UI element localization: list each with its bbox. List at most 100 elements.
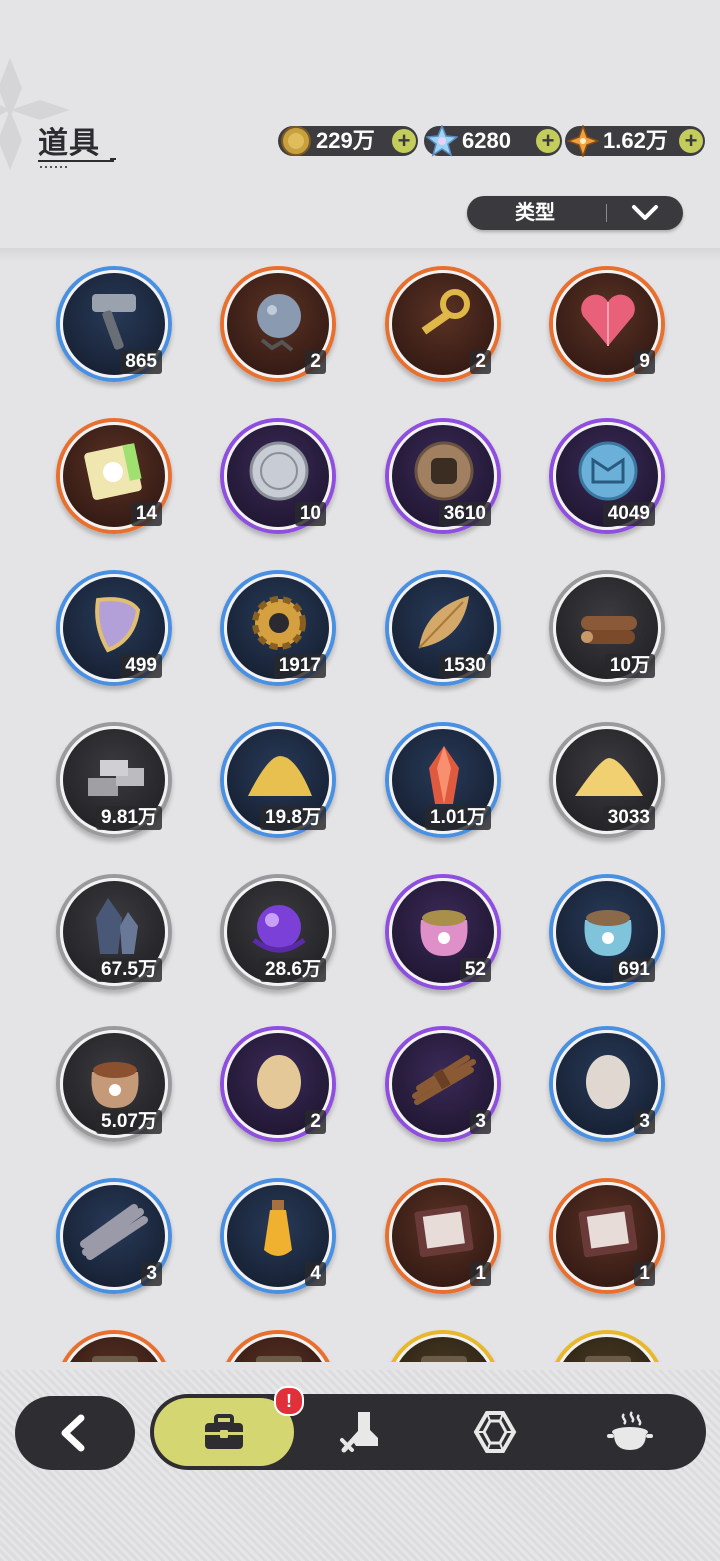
inventory-item[interactable]: 1530 xyxy=(385,570,501,686)
add-gold-button[interactable]: + xyxy=(392,129,416,153)
item-count: 10 xyxy=(294,502,326,526)
item-count: 4 xyxy=(305,1262,326,1286)
tab-bag[interactable]: ! xyxy=(154,1386,304,1466)
inventory-item[interactable] xyxy=(56,1330,172,1362)
item-count: 691 xyxy=(613,958,655,982)
item-count: 5.07万 xyxy=(96,1110,162,1134)
item-count: 1 xyxy=(634,1262,655,1286)
item-count: 9 xyxy=(634,350,655,374)
inventory-item[interactable]: 10万 xyxy=(549,570,665,686)
item-count: 2 xyxy=(305,350,326,374)
sand-pile-icon xyxy=(575,758,643,796)
star-shard-icon xyxy=(567,125,599,157)
item-count: 1.01万 xyxy=(425,806,491,830)
inventory-item[interactable] xyxy=(220,1330,336,1362)
inventory-item[interactable]: 499 xyxy=(56,570,172,686)
twig-bundle-icon xyxy=(412,1055,476,1105)
inventory-item[interactable]: 52 xyxy=(385,874,501,990)
gold-sand-pile-icon xyxy=(248,756,312,796)
inventory-item[interactable]: 1917 xyxy=(220,570,336,686)
inventory-item[interactable]: 28.6万 xyxy=(220,874,336,990)
inventory-item[interactable]: 865 xyxy=(56,266,172,382)
fist-coin-icon xyxy=(414,441,474,501)
inventory-item[interactable]: 67.5万 xyxy=(56,874,172,990)
inventory-item[interactable]: 2 xyxy=(220,266,336,382)
inventory-item[interactable] xyxy=(385,1330,501,1362)
inventory-item[interactable]: 2 xyxy=(385,266,501,382)
item-count: 52 xyxy=(459,958,491,982)
white-egg-icon xyxy=(586,1055,630,1109)
partial-item-icon xyxy=(92,1356,138,1362)
add-star-shard-button[interactable]: + xyxy=(679,129,703,153)
inventory-item[interactable]: 3 xyxy=(385,1026,501,1142)
item-count: 9.81万 xyxy=(96,806,162,830)
pink-crystal-heart-icon xyxy=(581,294,635,346)
inventory-item[interactable]: 9 xyxy=(549,266,665,382)
partial-item-icon xyxy=(585,1356,631,1362)
title-dots xyxy=(40,166,70,168)
tab-gems[interactable] xyxy=(435,1398,555,1466)
crystal-amount: 6280 xyxy=(462,128,511,153)
item-grid: 865 2 2 9 14 10 3610 4049 499 1917 1530 10万 9.81万 19.… xyxy=(0,262,720,1362)
rainbow-ticket-icon xyxy=(84,443,142,500)
add-crystal-button[interactable]: + xyxy=(536,129,560,153)
title-underline-tick xyxy=(110,158,116,160)
inventory-item[interactable]: 3 xyxy=(56,1178,172,1294)
item-count: 19.8万 xyxy=(260,806,326,830)
item-count: 865 xyxy=(120,350,162,374)
category-tabs: ! xyxy=(150,1386,706,1470)
inventory-item[interactable]: 3 xyxy=(549,1026,665,1142)
bag-icon xyxy=(205,1414,243,1449)
spiked-ball-icon xyxy=(257,294,301,352)
inventory-item[interactable]: 3610 xyxy=(385,418,501,534)
inventory-item[interactable]: 1.01万 xyxy=(385,722,501,838)
currency-star-shard: 1.62万 + xyxy=(565,125,705,157)
tab-equipment[interactable] xyxy=(300,1398,420,1466)
crystal-icon xyxy=(426,125,458,157)
inventory-item[interactable]: 19.8万 xyxy=(220,722,336,838)
stone-bricks-icon xyxy=(88,760,144,796)
back-arrow-icon xyxy=(61,1414,85,1452)
inventory-item[interactable]: 5.07万 xyxy=(56,1026,172,1142)
back-button[interactable] xyxy=(15,1396,135,1470)
hammer-icon xyxy=(92,294,136,350)
item-count: 4049 xyxy=(602,502,655,526)
partial-item-icon xyxy=(421,1356,467,1362)
feather-bundle-icon xyxy=(80,1204,148,1260)
silver-coin-icon xyxy=(249,441,309,501)
boot-sword-icon xyxy=(340,1412,378,1453)
blue-emblem-coin-icon xyxy=(578,441,638,501)
gold-coin-icon xyxy=(281,126,311,156)
hexagon-gem-icon xyxy=(473,1411,517,1453)
inventory-item[interactable]: 4 xyxy=(220,1178,336,1294)
golden-egg-icon xyxy=(257,1055,301,1109)
inventory-item[interactable]: 4049 xyxy=(549,418,665,534)
item-count: 1530 xyxy=(438,654,491,678)
red-crystal-icon xyxy=(429,746,459,804)
item-count: 67.5万 xyxy=(96,958,162,982)
inventory-item[interactable]: 691 xyxy=(549,874,665,990)
chevron-down-icon xyxy=(632,205,658,220)
inventory-item[interactable]: 14 xyxy=(56,418,172,534)
star-shard-amount: 1.62万 xyxy=(603,128,668,153)
item-count: 1917 xyxy=(273,654,326,678)
currency-gold: 229万 + xyxy=(278,126,418,156)
item-count: 1 xyxy=(470,1262,491,1286)
tab-cooking[interactable] xyxy=(570,1398,690,1466)
type-filter-dropdown[interactable]: 类型 xyxy=(467,196,683,230)
inventory-item[interactable]: 9.81万 xyxy=(56,722,172,838)
inventory-item[interactable] xyxy=(549,1330,665,1362)
inventory-item[interactable]: 2 xyxy=(220,1026,336,1142)
item-count: 3 xyxy=(634,1110,655,1134)
item-count: 28.6万 xyxy=(260,958,326,982)
pink-food-bag-icon xyxy=(420,910,468,956)
gold-amount: 229万 xyxy=(316,128,375,153)
list-top-fade xyxy=(0,248,720,262)
inventory-item[interactable]: 3033 xyxy=(549,722,665,838)
inventory-item[interactable]: 1 xyxy=(385,1178,501,1294)
currency-crystal: 6280 + xyxy=(424,125,562,157)
item-count: 3 xyxy=(141,1262,162,1286)
item-count: 3033 xyxy=(602,806,655,830)
inventory-item[interactable]: 10 xyxy=(220,418,336,534)
inventory-item[interactable]: 1 xyxy=(549,1178,665,1294)
